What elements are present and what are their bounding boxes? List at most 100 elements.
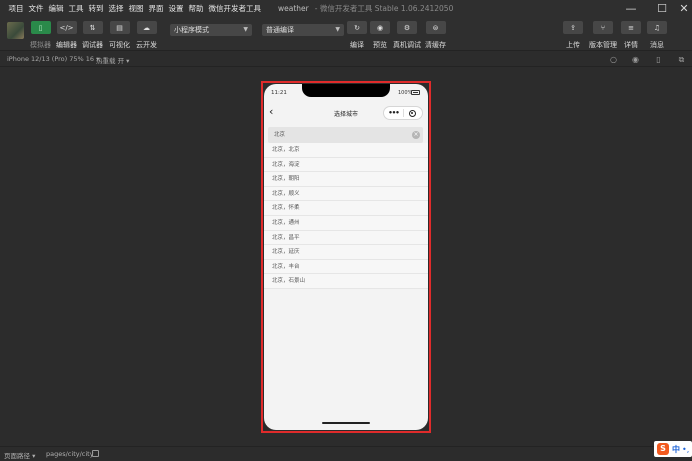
simulator-icon: ▯ xyxy=(30,21,51,34)
mode-select[interactable]: 小程序模式 ▼ xyxy=(170,24,252,36)
miniprogram-capsule: ••• xyxy=(383,106,423,120)
clear-cache-button[interactable]: ⊜ 清缓存 xyxy=(425,21,446,50)
remote-debug-label: 真机调试 xyxy=(393,41,421,49)
phone-debug-icon: ⚙ xyxy=(397,21,417,34)
menu-wechat-devtools[interactable]: 微信开发者工具 xyxy=(206,0,264,17)
phone-screen: 11:21 100% ‹ 选择城市 ••• 北京 × 北京，北京 北京，海淀 北… xyxy=(264,84,428,430)
status-bar: 页面路径 ▾ pages/city/city xyxy=(0,446,692,461)
messages-label: 消息 xyxy=(650,41,664,49)
upload-icon: ⇪ xyxy=(563,21,583,34)
upload-button[interactable]: ⇪ 上传 xyxy=(563,21,583,50)
simulator-label: 模拟器 xyxy=(30,41,51,49)
close-icon[interactable]: ✕ xyxy=(676,2,692,15)
sogou-icon: S xyxy=(657,443,669,455)
ime-indicator[interactable]: S 中 •, xyxy=(654,441,692,457)
debugger-label: 调试器 xyxy=(82,41,103,49)
menu-icon: ≡ xyxy=(621,21,641,34)
window-title-project: weather xyxy=(278,4,309,13)
upload-label: 上传 xyxy=(566,41,580,49)
record-icon[interactable]: ◉ xyxy=(631,55,640,64)
visual-button[interactable]: ▤ 可视化 xyxy=(109,21,130,50)
list-item[interactable]: 北京，海淀 xyxy=(264,157,428,173)
compile-select[interactable]: 普通编译 ▼ xyxy=(262,24,344,36)
preview-label: 预览 xyxy=(373,41,387,49)
status-time: 11:21 xyxy=(271,90,287,96)
bell-icon: ♫ xyxy=(647,21,667,34)
list-item[interactable]: 北京，北京 xyxy=(264,143,428,158)
more-icon[interactable]: ••• xyxy=(384,107,403,119)
debugger-button[interactable]: ⇅ 调试器 xyxy=(82,21,103,50)
version-label: 版本管理 xyxy=(589,41,617,49)
list-item[interactable]: 北京，石景山 xyxy=(264,274,428,289)
compile-button[interactable]: ↻ 编译 xyxy=(347,21,367,50)
details-label: 详情 xyxy=(624,41,638,49)
expand-icon[interactable]: ⧉ xyxy=(677,55,686,64)
window-title: weather - 微信开发者工具 Stable 1.06.2412050 xyxy=(278,0,453,17)
compile-label: 编译 xyxy=(350,41,364,49)
list-item[interactable]: 北京，通州 xyxy=(264,215,428,231)
mode-select-value: 小程序模式 xyxy=(174,26,209,34)
menu-tools[interactable]: 工具 xyxy=(66,0,86,17)
refresh-icon: ↻ xyxy=(347,21,367,34)
clear-icon[interactable]: × xyxy=(412,131,420,139)
list-item[interactable]: 北京，延庆 xyxy=(264,245,428,260)
device-select[interactable]: iPhone 12/13 (Pro) 75% 16 ▾ xyxy=(7,55,99,63)
menu-project[interactable]: 项目 xyxy=(6,0,26,17)
menu-interface[interactable]: 界面 xyxy=(146,0,166,17)
visual-icon: ▤ xyxy=(109,21,130,34)
debugger-icon: ⇅ xyxy=(82,21,103,34)
menu-help[interactable]: 帮助 xyxy=(186,0,206,17)
ime-language: 中 xyxy=(672,444,680,454)
menu-select[interactable]: 选择 xyxy=(106,0,126,17)
list-item[interactable]: 北京，朝阳 xyxy=(264,172,428,187)
search-input-value: 北京 xyxy=(274,132,286,138)
simulator-button[interactable]: ▯ 模拟器 xyxy=(30,21,51,50)
cloud-label: 云开发 xyxy=(136,41,157,49)
preview-button[interactable]: ◉ 预览 xyxy=(370,21,390,50)
editor-label: 编辑器 xyxy=(56,41,77,49)
minimize-icon[interactable]: — xyxy=(623,2,639,15)
page-navbar: ‹ 选择城市 ••• xyxy=(264,102,428,124)
code-icon: </> xyxy=(56,21,77,34)
cloud-icon: ☁ xyxy=(136,21,157,34)
ime-punctuation: •, xyxy=(682,444,690,454)
city-search-input[interactable]: 北京 × xyxy=(268,127,423,143)
remote-debug-button[interactable]: ⚙ 真机调试 xyxy=(393,21,421,50)
menu-view[interactable]: 视图 xyxy=(126,0,146,17)
battery-icon xyxy=(411,90,420,95)
editor-button[interactable]: </> 编辑器 xyxy=(56,21,77,50)
page-path: pages/city/city xyxy=(46,450,94,458)
list-item[interactable]: 北京，昌平 xyxy=(264,230,428,246)
cloud-button[interactable]: ☁ 云开发 xyxy=(136,21,157,50)
messages-button[interactable]: ♫ 消息 xyxy=(647,21,667,50)
chevron-down-icon: ▼ xyxy=(335,26,340,33)
menu-file[interactable]: 文件 xyxy=(26,0,46,17)
window-title-app: - 微信开发者工具 Stable 1.06.2412050 xyxy=(314,4,454,13)
avatar[interactable] xyxy=(7,22,24,39)
compile-select-value: 普通编译 xyxy=(266,26,294,34)
menu-settings[interactable]: 设置 xyxy=(166,0,186,17)
exit-button[interactable] xyxy=(404,109,422,117)
visual-label: 可视化 xyxy=(109,41,130,49)
list-item[interactable]: 北京，顺义 xyxy=(264,186,428,202)
phone-icon[interactable]: ▯ xyxy=(654,55,663,64)
home-indicator xyxy=(322,422,370,424)
clear-cache-icon: ⊜ xyxy=(425,21,446,34)
list-item[interactable]: 北京，怀柔 xyxy=(264,201,428,216)
maximize-icon[interactable]: ☐ xyxy=(654,2,670,15)
page-path-select[interactable]: 页面路径 ▾ xyxy=(4,450,35,460)
devtools-window: 项目 文件 编辑 工具 转到 选择 视图 界面 设置 帮助 微信开发者工具 we… xyxy=(0,0,692,461)
menu-edit[interactable]: 编辑 xyxy=(46,0,66,17)
version-button[interactable]: ⑂ 版本管理 xyxy=(589,21,617,50)
target-icon xyxy=(409,109,417,117)
details-button[interactable]: ≡ 详情 xyxy=(621,21,641,50)
hot-reload-toggle[interactable]: 热重载 开 ▾ xyxy=(96,55,129,65)
list-item[interactable]: 北京，丰台 xyxy=(264,259,428,275)
clear-cache-label: 清缓存 xyxy=(425,41,446,49)
eye-icon: ◉ xyxy=(370,21,390,34)
main-toolbar: ▯ 模拟器 </> 编辑器 ⇅ 调试器 ▤ 可视化 ☁ 云开发 小程序模式 ▼ … xyxy=(0,17,692,51)
circle-icon[interactable]: ○ xyxy=(609,55,618,64)
copy-icon[interactable] xyxy=(92,450,99,457)
menu-goto[interactable]: 转到 xyxy=(86,0,106,17)
phone-notch xyxy=(302,84,390,97)
